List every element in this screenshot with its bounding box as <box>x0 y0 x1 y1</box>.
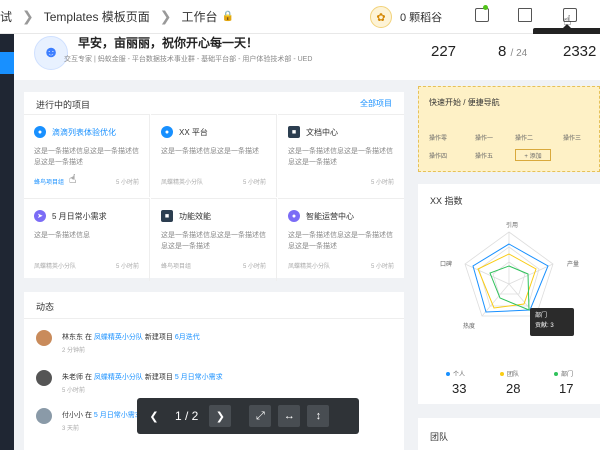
index-title: XX 指数 <box>430 196 463 206</box>
projects-card: 进行中的项目 全部项目 ● 滴滴列表体验优化 这是一条描述信息这是一条描述信息这… <box>24 92 404 281</box>
radar-axis-label: 引用 <box>506 221 518 229</box>
index-card: XX 指数 引用 产量 贡献 热度 口碑 部门 贡献: 3 个人 团队 部门 3… <box>418 184 600 404</box>
greeting: 早安，亩丽丽，祝你开心每一天！ <box>78 36 259 50</box>
project-link[interactable]: 5 月日常小需求 <box>175 374 223 381</box>
efficiency-icon: ■ <box>161 210 173 222</box>
radar-chart: 引用 产量 贡献 热度 口碑 <box>440 221 579 330</box>
platform-icon: ● <box>161 126 173 138</box>
project-item[interactable]: ● 滴滴列表体验优化 这是一条描述信息这是一条描述信息这是一条描述 蜂鸟项目组 … <box>24 114 150 197</box>
rocket-icon: ● <box>34 126 46 138</box>
sidebar <box>0 34 14 450</box>
sidebar-active-item[interactable] <box>0 52 14 74</box>
breadcrumb-workspace[interactable]: 工作台 <box>182 8 218 25</box>
coin-count: 0 颗稻谷 <box>400 12 443 24</box>
stat-projects: 227 <box>431 43 457 60</box>
legend-value: 28 <box>506 381 521 396</box>
avatar <box>36 370 52 386</box>
add-quick-action-button[interactable]: + 添加 <box>515 149 551 161</box>
page-header: ☻ 早安，亩丽丽，祝你开心每一天！ 交互专家 | 蚂蚁金服 - 平台数据技术事业… <box>14 34 600 80</box>
breadcrumb-prev[interactable]: 试 <box>0 8 12 25</box>
quick-start-card: 快速开始 / 便捷导航 操作零 操作一 操作二 操作三 操作四 操作五 + 添加 <box>418 86 600 172</box>
next-page-button[interactable]: ❯ <box>209 405 232 427</box>
project-item[interactable]: ■ 文档中心 这是一条描述信息这是一条描述信息这是一条描述 5 小时前 <box>278 114 404 197</box>
quick-action[interactable]: 操作二 <box>515 133 533 142</box>
fit-height-icon[interactable]: ↕ <box>307 405 330 427</box>
group-link[interactable]: 5 月日常小需求 <box>94 412 142 419</box>
ops-icon: ● <box>288 210 300 222</box>
quick-start-title: 快速开始 / 便捷导航 <box>429 98 500 107</box>
top-bar: 试 ❯ Templates 模板页面 ❯ 工作台 🔒 <box>0 0 600 34</box>
radar-series-personal <box>472 243 549 313</box>
hand-cursor-icon: ☝ <box>69 172 77 186</box>
message-icon[interactable] <box>518 8 532 22</box>
legend-value: 17 <box>559 381 574 396</box>
project-item[interactable]: ■ 功能效能 这是一条描述信息这是一条描述信息这是一条描述 蜂鸟项目组 5 小时… <box>151 198 277 281</box>
coin-balance[interactable]: ✿ 0 颗稻谷 <box>370 6 442 28</box>
group-link[interactable]: 凤蝶精英小分队 <box>94 374 143 381</box>
project-link[interactable]: 6月迭代 <box>175 334 200 341</box>
notification-dot <box>483 5 488 10</box>
user-info: 交互专家 | 蚂蚁金服 - 平台数据技术事业群 - 基础平台部 - 用户体验技术… <box>64 56 313 63</box>
fit-screen-icon[interactable]: ⤢ <box>249 405 272 427</box>
breadcrumb-templates[interactable]: Templates 模板页面 <box>44 8 150 25</box>
projects-title: 进行中的项目 <box>36 100 91 110</box>
chevron-right-icon: ❯ <box>159 8 172 24</box>
chart-tooltip: 部门 贡献: 3 <box>530 308 574 336</box>
radar-axis-label: 热度 <box>463 322 475 330</box>
stat-ranking: 8 / 24 <box>498 43 528 60</box>
avatar <box>36 330 52 346</box>
legend-item[interactable]: 部门 <box>554 369 573 378</box>
avatar <box>36 408 52 424</box>
divider <box>24 318 404 319</box>
legend-value: 33 <box>452 381 467 396</box>
all-projects-link[interactable]: 全部项目 <box>360 98 392 109</box>
radar-axis-label: 口碑 <box>440 260 452 268</box>
quick-action[interactable]: 操作三 <box>563 133 581 142</box>
page-indicator: 1 / 2 <box>175 409 199 423</box>
quick-action[interactable]: 操作四 <box>429 151 447 160</box>
lock-icon: 🔒 <box>221 11 234 22</box>
stat-visits: 2332 <box>563 43 597 60</box>
project-item[interactable]: ➤ 5 月日常小需求 这是一条描述信息 凤蝶精英小分队 5 小时前 <box>24 198 150 281</box>
team-title: 团队 <box>430 432 449 442</box>
doc-icon: ■ <box>288 126 300 138</box>
project-item[interactable]: ● XX 平台 这是一条描述信息这是一条描述 凤蝶精英小分队 5 小时前 <box>151 114 277 197</box>
legend-item[interactable]: 个人 <box>446 369 465 378</box>
fit-width-icon[interactable]: ↔ <box>278 405 301 427</box>
previous-page-button[interactable]: ❮ <box>143 405 165 427</box>
chat-icon[interactable] <box>475 8 489 22</box>
team-card: 团队 <box>418 418 600 450</box>
radar-series-team <box>477 253 537 309</box>
radar-axis-label: 产量 <box>567 260 579 268</box>
viewer-toolbar: ❮ 1 / 2 ❯ ⤢ ↔ ↕ <box>137 398 359 434</box>
quick-action[interactable]: 操作一 <box>475 133 493 142</box>
quick-action[interactable]: 操作零 <box>429 133 447 142</box>
project-item[interactable]: ● 智能运营中心 这是一条描述信息这是一条描述信息这是一条描述 凤蝶精英小分队 … <box>278 198 404 281</box>
chevron-right-icon: ❯ <box>22 8 34 24</box>
avatar: ☻ <box>34 36 68 70</box>
wheat-icon: ✿ <box>370 6 392 28</box>
activity-title: 动态 <box>36 302 55 312</box>
group-link[interactable]: 凤蝶精英小分队 <box>94 334 143 341</box>
legend-item[interactable]: 团队 <box>500 369 519 378</box>
send-icon: ➤ <box>34 210 46 222</box>
quick-action[interactable]: 操作五 <box>475 151 493 160</box>
